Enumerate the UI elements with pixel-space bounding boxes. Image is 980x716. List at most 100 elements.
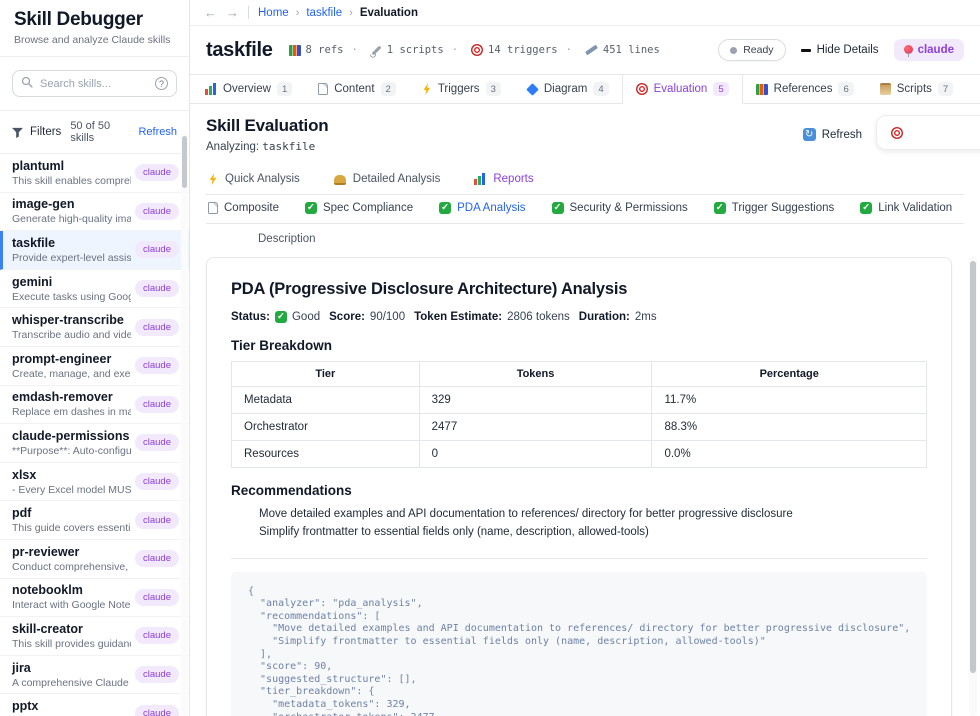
stat-item: 8 refs <box>289 44 344 56</box>
tier-table-header-row: TierTokensPercentage <box>232 362 927 387</box>
breadcrumb-home[interactable]: Home <box>258 7 289 19</box>
refresh-icon <box>803 128 816 141</box>
sidebar-scrollbar-thumb[interactable] <box>182 136 187 188</box>
tab[interactable]: Diagram 4 <box>514 75 622 103</box>
analyzer-tab[interactable]: Security & Permissions <box>552 202 688 214</box>
evaluation-panel: Skill Evaluation Analyzing: taskfile Ref… <box>190 104 980 716</box>
skill-list-item[interactable]: pptx A user may ask you to create, ... c… <box>0 694 189 716</box>
tab[interactable]: Scripts 7 <box>867 75 966 103</box>
skill-list-item[interactable]: image-gen Generate high-quality images .… <box>0 193 189 232</box>
tab[interactable]: Content 2 <box>305 75 409 103</box>
report-card: PDA (Progressive Disclosure Architecture… <box>206 257 952 716</box>
tokens-cell: 0 <box>419 441 652 468</box>
analyzer-tab[interactable]: Composite <box>208 202 279 214</box>
skill-list-item[interactable]: gemini Execute tasks using Google's ... … <box>0 270 189 309</box>
claude-badge: claude <box>135 396 179 413</box>
help-icon[interactable] <box>155 77 168 90</box>
analysis-mode-tab[interactable]: Detailed Analysis <box>334 173 441 185</box>
skill-text: image-gen Generate high-quality images .… <box>12 197 131 225</box>
tab-count-badge: 5 <box>713 82 728 96</box>
floating-target-button[interactable] <box>876 115 980 150</box>
tier-cell: Orchestrator <box>232 414 420 441</box>
skill-name: skill-creator <box>12 622 131 637</box>
analysis-mode-tab[interactable]: Reports <box>474 173 533 185</box>
tab[interactable]: Evaluation 5 <box>622 75 743 104</box>
status-label: Ready <box>743 44 773 56</box>
mode-icon <box>334 175 346 185</box>
breadcrumb-current: Evaluation <box>360 7 418 19</box>
skill-name: claude-permissions <box>12 429 131 444</box>
analysis-mode-tab[interactable]: Quick Analysis <box>208 173 300 185</box>
score-key: Score: <box>329 311 365 323</box>
stat-icon <box>585 45 598 56</box>
skill-description: Generate high-quality images ... <box>12 213 131 225</box>
skill-list-item[interactable]: whisper-transcribe Transcribe audio and … <box>0 308 189 347</box>
analyzer-tab[interactable]: Link Validation <box>860 202 952 214</box>
analyzer-tab[interactable]: Trigger Suggestions <box>714 202 835 214</box>
skill-name: pdf <box>12 506 131 521</box>
skill-text: jira A comprehensive Claude Code... <box>12 661 131 689</box>
stat-icon <box>471 44 483 56</box>
tab-label: Evaluation <box>654 83 708 95</box>
tab[interactable]: References 6 <box>743 75 867 103</box>
mode-label: Reports <box>493 173 533 185</box>
pin-icon <box>904 45 913 56</box>
analyzer-label: Link Validation <box>878 202 952 214</box>
skill-list-item[interactable]: emdash-remover Replace em dashes in mark… <box>0 386 189 425</box>
analyzer-tab[interactable]: Spec Compliance <box>305 202 413 214</box>
analyzer-label: Composite <box>224 202 279 214</box>
tab[interactable]: Overview 1 <box>192 75 305 103</box>
tab-label: Scripts <box>897 83 932 95</box>
skill-list-item[interactable]: plantuml This skill enables comprehensi.… <box>0 154 189 193</box>
skill-list-item[interactable]: taskfile Provide expert-level assistanc.… <box>0 231 189 270</box>
skill-list-item[interactable]: notebooklm Interact with Google Notebook… <box>0 579 189 618</box>
search-box <box>12 70 177 97</box>
breadcrumb-skill[interactable]: taskfile <box>306 7 342 19</box>
content-scrollbar-thumb[interactable] <box>970 261 976 673</box>
tier-table-body: Metadata 329 11.7% Orchestrator 2477 88.… <box>232 387 927 468</box>
skill-list-item[interactable]: pdf This guide covers essential PD... cl… <box>0 501 189 540</box>
content-scrollbar[interactable] <box>969 256 977 716</box>
skill-text: claude-permissions **Purpose**: Auto-con… <box>12 429 131 457</box>
skill-description: Create, manage, and execute r... <box>12 368 131 380</box>
sidebar-refresh-link[interactable]: Refresh <box>138 126 177 138</box>
analyzer-tab[interactable]: PDA Analysis <box>439 202 525 214</box>
skill-description: **Purpose**: Auto-configure C... <box>12 445 131 457</box>
skill-list-item[interactable]: jira A comprehensive Claude Code... clau… <box>0 656 189 695</box>
skill-name: pr-reviewer <box>12 545 131 560</box>
stat-icon <box>371 45 381 55</box>
tier-table-header: Tokens <box>419 362 652 387</box>
search-input[interactable] <box>40 78 148 90</box>
header-actions: Ready Hide Details claude <box>718 39 964 61</box>
filters-label[interactable]: Filters <box>30 126 61 138</box>
filter-icon[interactable] <box>12 127 23 138</box>
skill-text: plantuml This skill enables comprehensi.… <box>12 159 131 187</box>
skill-name: image-gen <box>12 197 131 212</box>
skill-list-item[interactable]: claude-permissions **Purpose**: Auto-con… <box>0 424 189 463</box>
skill-list-item[interactable]: prompt-engineer Create, manage, and exec… <box>0 347 189 386</box>
tab-label: References <box>774 83 833 95</box>
claude-badge: claude <box>135 589 179 606</box>
tier-cell: Resources <box>232 441 420 468</box>
analysis-mode-tabs: Quick Analysis Detailed Analysis Reports <box>206 167 964 195</box>
skill-list-item[interactable]: pr-reviewer Conduct comprehensive, profe… <box>0 540 189 579</box>
forward-button[interactable]: → <box>226 6 239 19</box>
sidebar-header: Skill Debugger Browse and analyze Claude… <box>0 0 189 57</box>
skill-list-item[interactable]: xlsx - Every Excel model MUST be ... cla… <box>0 463 189 502</box>
hide-details-button[interactable]: Hide Details <box>801 44 879 56</box>
refresh-button[interactable]: Refresh <box>803 128 862 141</box>
skill-list-item[interactable]: skill-creator This skill provides guidan… <box>0 617 189 656</box>
status-badge[interactable]: Ready <box>718 39 785 61</box>
nav-divider <box>248 6 249 19</box>
stat-item: 1 scripts <box>343 44 443 57</box>
app-subtitle: Browse and analyze Claude skills <box>14 34 175 46</box>
claude-badge: claude <box>135 241 179 258</box>
tab[interactable]: Triggers 3 <box>409 75 514 103</box>
skills-count: 50 of 50 skills <box>70 120 131 144</box>
skill-text: gemini Execute tasks using Google's ... <box>12 275 131 303</box>
sidebar-scrollbar[interactable] <box>181 133 188 716</box>
skill-name: xlsx <box>12 468 131 483</box>
skill-header: taskfile 8 refs 1 scripts 14 <box>190 26 980 75</box>
back-button[interactable]: ← <box>204 6 217 19</box>
analyzing-skill-name: taskfile <box>262 140 315 153</box>
